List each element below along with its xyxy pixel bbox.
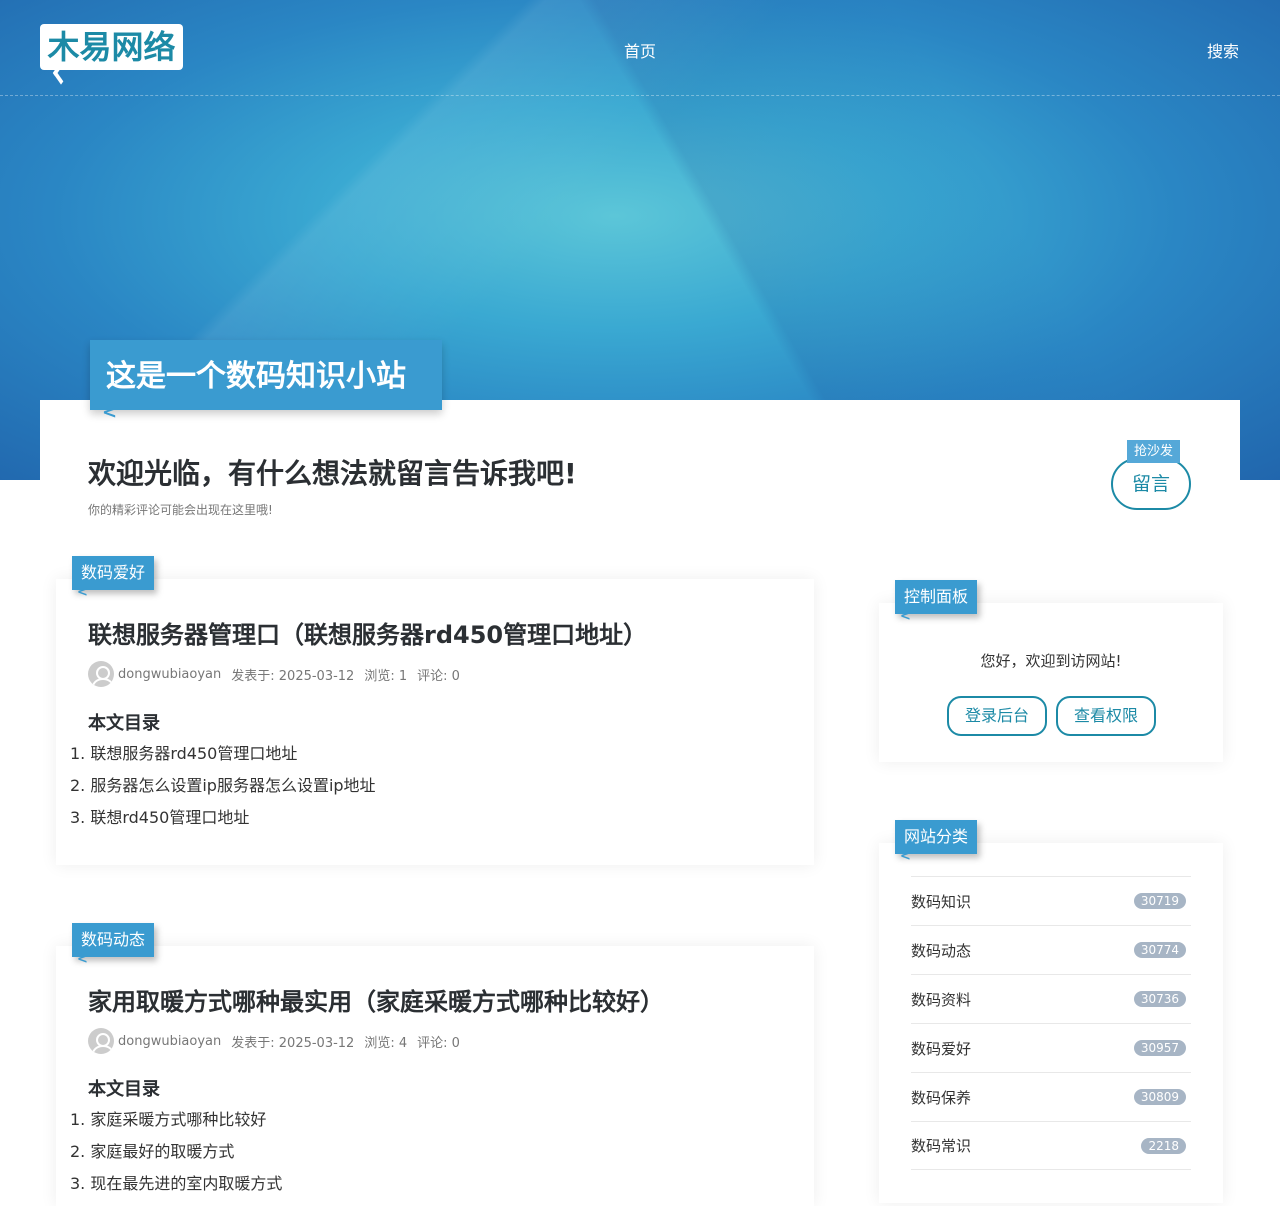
category-name: 数码爱好 [911, 1039, 972, 1058]
category-count: 30774 [1133, 942, 1186, 958]
category-item[interactable]: 数码常识 2218 [911, 1121, 1191, 1170]
post-date: 发表于: 2025-03-12 [231, 1035, 355, 1051]
post-comments: 评论: 0 [417, 1035, 460, 1051]
post-views: 浏览: 4 [364, 1035, 408, 1051]
category-item[interactable]: 数码动态 30774 [911, 925, 1191, 974]
category-name: 数码知识 [911, 892, 972, 911]
toc-item[interactable]: 1. 家庭采暖方式哪种比较好 [70, 1104, 282, 1136]
toc-list: 1. 联想服务器rd450管理口地址 2. 服务器怎么设置ip服务器怎么设置ip… [70, 738, 376, 834]
message-button[interactable]: 留言 [1111, 458, 1191, 510]
toc-item[interactable]: 2. 服务器怎么设置ip服务器怎么设置ip地址 [70, 770, 376, 802]
greeting: 您好，欢迎到访网站! [980, 652, 1122, 670]
category-name: 数码常识 [911, 1137, 972, 1155]
category-item[interactable]: 数码资料 30736 [911, 974, 1191, 1023]
chevron-left-icon: < [900, 849, 911, 864]
welcome-title: 欢迎光临，有什么想法就留言告诉我吧! [88, 457, 577, 490]
chevron-left-icon: < [77, 585, 88, 600]
avatar [88, 661, 114, 687]
permissions-button[interactable]: 查看权限 [1056, 696, 1156, 736]
category-count: 30719 [1133, 893, 1186, 909]
category-count: 30809 [1133, 1089, 1186, 1105]
chevron-left-icon: < [900, 609, 911, 624]
chevron-left-icon: < [102, 402, 118, 423]
welcome-subtitle: 你的精彩评论可能会出现在这里哦! [88, 503, 273, 517]
category-name: 数码资料 [911, 990, 972, 1009]
avatar [88, 1028, 114, 1054]
toc-item[interactable]: 3. 现在最先进的室内取暖方式 [70, 1168, 282, 1200]
post-comments: 评论: 0 [417, 668, 460, 684]
control-panel-card [879, 603, 1223, 762]
hero-tag: 这是一个数码知识小站 [90, 340, 442, 410]
toc-title: 本文目录 [88, 1079, 160, 1100]
chevron-left-icon: < [77, 952, 88, 967]
category-count: 30736 [1133, 991, 1186, 1007]
category-item[interactable]: 数码爱好 30957 [911, 1023, 1191, 1072]
category-count: 2218 [1141, 1137, 1186, 1154]
post-author[interactable]: dongwubiaoyan [118, 1034, 221, 1049]
toc-list: 1. 家庭采暖方式哪种比较好 2. 家庭最好的取暖方式 3. 现在最先进的室内取… [70, 1104, 282, 1200]
category-item[interactable]: 数码保养 30809 [911, 1072, 1191, 1121]
post-date: 发表于: 2025-03-12 [231, 668, 355, 684]
category-name: 数码保养 [911, 1088, 972, 1107]
post-meta: dongwubiaoyan 发表于: 2025-03-12 浏览: 4 评论: … [88, 1028, 460, 1054]
toc-item[interactable]: 1. 联想服务器rd450管理口地址 [70, 738, 376, 770]
toc-item[interactable]: 3. 联想rd450管理口地址 [70, 802, 376, 834]
login-button[interactable]: 登录后台 [947, 696, 1047, 736]
post-meta: dongwubiaoyan 发表于: 2025-03-12 浏览: 1 评论: … [88, 661, 460, 687]
category-item[interactable]: 数码知识 30719 [911, 876, 1191, 925]
nav-search[interactable]: 搜索 [1207, 38, 1239, 62]
post-title[interactable]: 家用取暖方式哪种最实用（家庭采暖方式哪种比较好） [88, 982, 664, 1017]
post-title[interactable]: 联想服务器管理口（联想服务器rd450管理口地址） [88, 615, 647, 650]
category-name: 数码动态 [911, 941, 972, 960]
sofa-badge: 抢沙发 [1127, 440, 1180, 463]
post-author[interactable]: dongwubiaoyan [118, 667, 221, 682]
category-count: 30957 [1133, 1040, 1186, 1056]
toc-item[interactable]: 2. 家庭最好的取暖方式 [70, 1136, 282, 1168]
post-views: 浏览: 1 [364, 668, 408, 684]
toc-title: 本文目录 [88, 713, 160, 734]
nav-home[interactable]: 首页 [624, 38, 656, 62]
header: 木易网络 首页 搜索 [0, 0, 1280, 96]
